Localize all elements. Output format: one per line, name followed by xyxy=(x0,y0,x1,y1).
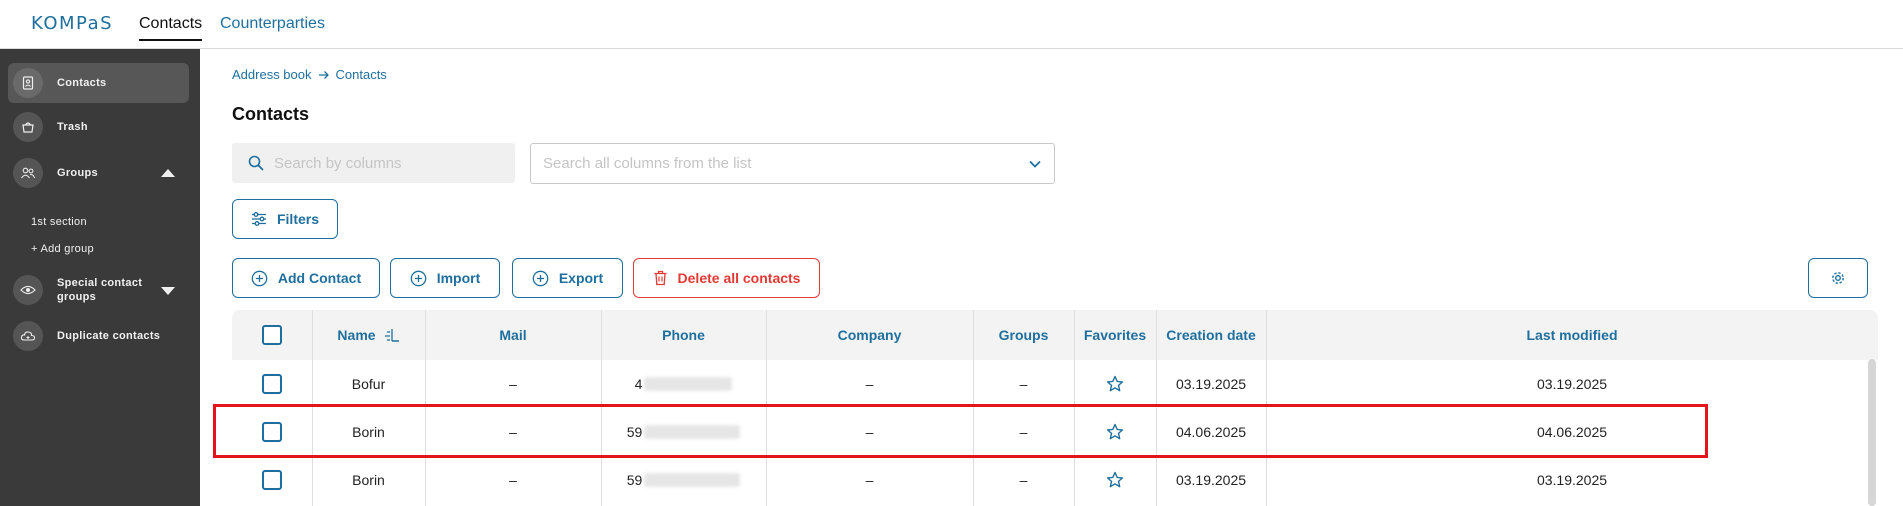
column-search-placeholder: Search all columns from the list xyxy=(543,155,752,172)
sidebar-label-trash: Trash xyxy=(57,121,88,133)
column-header-phone[interactable]: Phone xyxy=(601,310,766,360)
star-outline-icon[interactable] xyxy=(1106,471,1124,489)
export-label: Export xyxy=(558,270,604,286)
import-label: Import xyxy=(436,270,481,286)
users-icon xyxy=(13,158,43,188)
sidebar-label-duplicates: Duplicate contacts xyxy=(57,330,161,342)
trash-icon xyxy=(654,270,667,286)
column-header-company[interactable]: Company xyxy=(766,310,973,360)
sort-icon[interactable] xyxy=(384,328,400,342)
redacted-phone xyxy=(644,473,741,487)
phone-visible-digits: 4 xyxy=(634,376,643,392)
column-header-last-modified[interactable]: Last modified xyxy=(1266,310,1878,360)
collapse-caret-icon[interactable] xyxy=(161,169,175,177)
row-checkbox[interactable] xyxy=(262,374,282,394)
delete-all-label: Delete all contacts xyxy=(677,270,801,286)
chevron-down-icon xyxy=(1029,160,1041,168)
breadcrumb: Address book Contacts xyxy=(232,67,387,82)
nav-tab-contacts[interactable]: Contacts xyxy=(139,15,203,41)
expand-caret-icon[interactable] xyxy=(161,287,175,295)
plus-circle-icon xyxy=(532,270,549,286)
delete-all-contacts-button[interactable]: Delete all contacts xyxy=(633,258,820,298)
special-groups-line1: Special contact xyxy=(57,277,143,289)
cell-groups: – xyxy=(1019,472,1028,488)
filters-label: Filters xyxy=(276,211,319,227)
plus-circle-icon xyxy=(410,270,427,286)
name-header-label: Name xyxy=(337,327,376,343)
cell-groups: – xyxy=(1019,376,1028,392)
column-search-select[interactable]: Search all columns from the list xyxy=(530,143,1055,184)
top-bar: KOMPaS Contacts Counterparties xyxy=(0,0,1903,49)
sidebar-item-special-groups[interactable]: Special contact groups xyxy=(8,270,189,310)
contact-book-icon xyxy=(13,68,43,98)
cell-creation-date: 03.19.2025 xyxy=(1175,376,1247,392)
sidebar-item-groups[interactable]: Groups xyxy=(8,153,189,193)
star-outline-icon[interactable] xyxy=(1106,375,1124,393)
cloud-duplicate-icon xyxy=(13,321,43,351)
column-header-groups[interactable]: Groups xyxy=(973,310,1074,360)
sidebar-item-contacts[interactable]: Contacts xyxy=(8,63,189,103)
import-button[interactable]: Import xyxy=(390,258,500,298)
sidebar-label-special-groups: Special contact groups xyxy=(57,276,142,304)
search-box[interactable] xyxy=(232,143,515,183)
cell-last-modified: 03.19.2025 xyxy=(1536,472,1608,488)
cell-company: – xyxy=(865,376,874,392)
cell-name: Bofur xyxy=(351,376,386,392)
app-logo[interactable]: KOMPaS xyxy=(31,13,113,34)
sidebar-label-groups: Groups xyxy=(57,167,98,179)
table-row[interactable]: Bofur – 4 – – 03.19.2025 03.19.2025 xyxy=(232,360,1878,408)
add-contact-label: Add Contact xyxy=(277,270,362,286)
filters-button[interactable]: Filters xyxy=(232,199,338,239)
gear-icon xyxy=(1832,272,1844,284)
table-row[interactable]: Borin – 59 – – 03.19.2025 03.19.2025 xyxy=(232,456,1878,504)
plus-circle-icon xyxy=(251,270,268,286)
phone-visible-digits: 59 xyxy=(626,472,643,488)
cell-name: Borin xyxy=(352,472,385,488)
sidebar-item-1st-section[interactable]: 1st section xyxy=(31,216,87,228)
search-input[interactable] xyxy=(274,154,504,172)
add-group-link[interactable]: + Add group xyxy=(31,243,94,255)
export-button[interactable]: Export xyxy=(512,258,623,298)
column-header-favorites[interactable]: Favorites xyxy=(1074,310,1156,360)
nav-tab-counterparties[interactable]: Counterparties xyxy=(220,15,325,33)
redacted-phone xyxy=(644,377,733,391)
sidebar-label-contacts: Contacts xyxy=(57,77,107,89)
row-highlight-box xyxy=(213,404,1708,458)
cell-mail: – xyxy=(509,472,517,488)
table-settings-button[interactable] xyxy=(1808,258,1868,298)
arrow-right-icon xyxy=(318,70,329,79)
eye-group-icon xyxy=(13,275,43,305)
special-groups-line2: groups xyxy=(57,291,97,303)
cell-phone: 59 xyxy=(601,456,766,504)
cell-last-modified: 03.19.2025 xyxy=(1536,376,1608,392)
sidebar-item-trash[interactable]: Trash xyxy=(8,107,189,147)
cell-creation-date: 03.19.2025 xyxy=(1175,472,1247,488)
add-contact-button[interactable]: Add Contact xyxy=(232,258,380,298)
table-header: Name Mail Phone Company Groups Favorites… xyxy=(232,310,1878,360)
sidebar-item-duplicates[interactable]: Duplicate contacts xyxy=(8,316,189,356)
cell-mail: – xyxy=(509,376,517,392)
cell-phone: 4 xyxy=(601,360,766,408)
basket-icon xyxy=(13,112,43,142)
table-scrollbar[interactable] xyxy=(1868,359,1876,506)
sidebar: Contacts Trash Groups 1st section + Add … xyxy=(0,49,200,506)
breadcrumb-contacts[interactable]: Contacts xyxy=(336,67,387,82)
sliders-icon xyxy=(251,212,266,226)
column-header-mail[interactable]: Mail xyxy=(425,310,601,360)
search-icon xyxy=(248,155,264,171)
row-checkbox[interactable] xyxy=(262,470,282,490)
column-header-creation-date[interactable]: Creation date xyxy=(1156,310,1266,360)
breadcrumb-address-book[interactable]: Address book xyxy=(232,67,312,82)
column-header-name[interactable]: Name xyxy=(312,310,425,360)
page-title: Contacts xyxy=(232,104,310,124)
cell-company: – xyxy=(865,472,874,488)
select-all-checkbox[interactable] xyxy=(262,325,282,345)
